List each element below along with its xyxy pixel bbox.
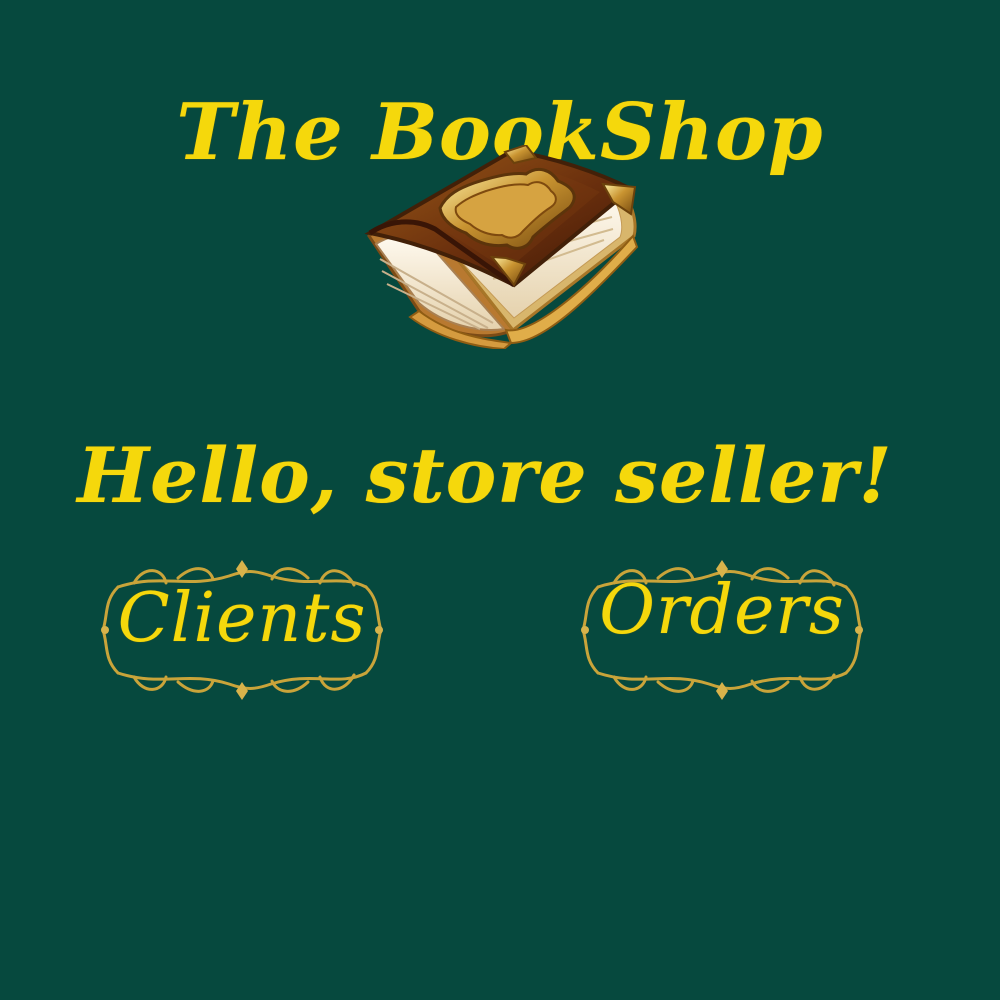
orders-button[interactable]: Orders: [576, 555, 868, 705]
clients-button[interactable]: Clients: [96, 555, 388, 705]
book-icon: [364, 145, 639, 349]
orders-label: Orders: [599, 571, 845, 650]
clients-label: Clients: [117, 579, 367, 658]
greeting-message: Hello, store seller!: [77, 431, 893, 521]
